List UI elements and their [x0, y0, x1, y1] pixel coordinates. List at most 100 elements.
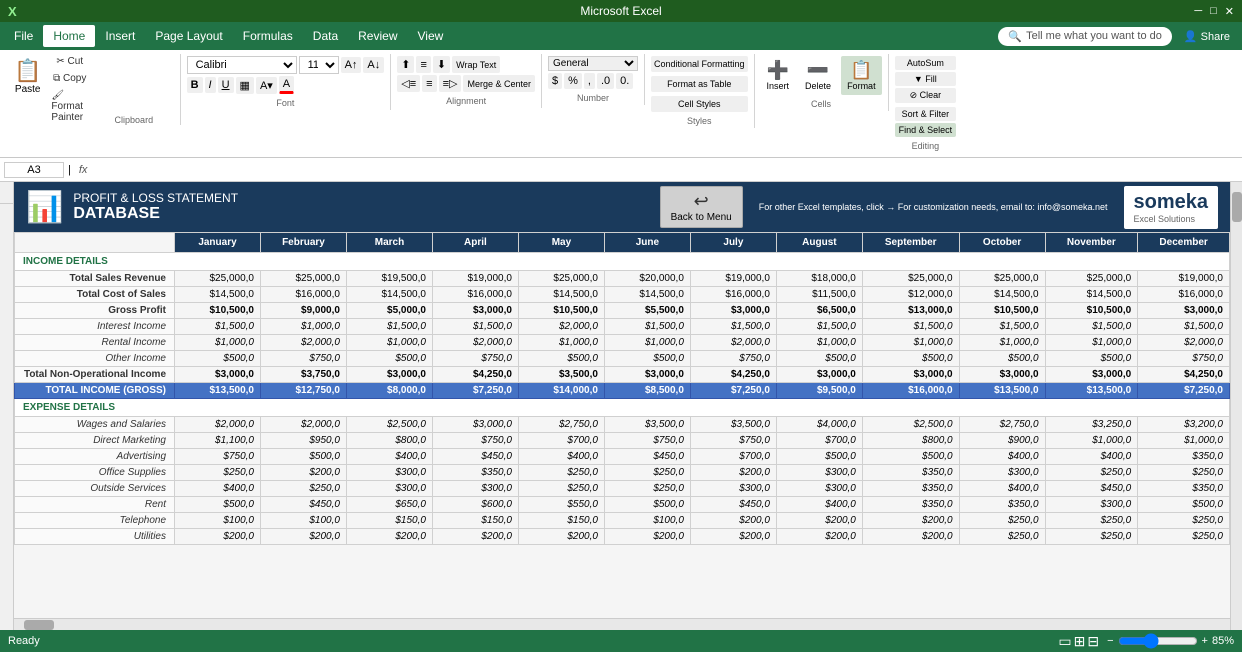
page-layout-icon[interactable]: ⊞ — [1074, 633, 1086, 650]
cell[interactable]: $400,0 — [959, 449, 1045, 465]
menu-insert[interactable]: Insert — [95, 25, 145, 47]
cell[interactable]: $1,500,0 — [604, 319, 690, 335]
align-bottom-button[interactable]: ⬇ — [433, 56, 450, 73]
cell[interactable]: $200,0 — [260, 465, 346, 481]
cell[interactable]: $3,000,0 — [432, 417, 518, 433]
decrease-font-button[interactable]: A↓ — [363, 57, 384, 73]
cell[interactable]: $750,0 — [175, 449, 261, 465]
merge-center-button[interactable]: Merge & Center — [463, 75, 535, 92]
share-button[interactable]: 👤 Share — [1176, 27, 1238, 46]
normal-view-icon[interactable]: ▭ — [1058, 633, 1071, 650]
cell[interactable]: $8,000,0 — [346, 383, 432, 399]
cell[interactable]: $600,0 — [432, 497, 518, 513]
page-break-icon[interactable]: ⊟ — [1087, 633, 1099, 650]
cell[interactable]: $750,0 — [260, 351, 346, 367]
cell[interactable]: $200,0 — [776, 529, 862, 545]
cell[interactable]: $3,000,0 — [604, 367, 690, 383]
cell[interactable]: $1,000,0 — [518, 335, 604, 351]
vertical-scrollbar[interactable] — [1230, 182, 1242, 630]
paste-button[interactable]: 📋 Paste — [8, 54, 47, 99]
cell[interactable]: $200,0 — [690, 465, 776, 481]
cell[interactable]: $350,0 — [862, 465, 959, 481]
fill-color-button[interactable]: A▾ — [256, 77, 277, 94]
cell[interactable]: $3,500,0 — [604, 417, 690, 433]
cell[interactable]: $350,0 — [862, 481, 959, 497]
cell[interactable]: $1,500,0 — [776, 319, 862, 335]
cell[interactable]: $2,000,0 — [260, 417, 346, 433]
cell[interactable]: $10,500,0 — [175, 303, 261, 319]
cell[interactable]: $13,500,0 — [959, 383, 1045, 399]
cell[interactable]: $250,0 — [959, 513, 1045, 529]
cell[interactable]: $3,250,0 — [1045, 417, 1138, 433]
table-container[interactable]: January February March April May June Ju… — [14, 232, 1230, 618]
sort-filter-button[interactable]: Sort & Filter — [895, 107, 957, 121]
cell[interactable]: $550,0 — [518, 497, 604, 513]
cell-jul-sales[interactable]: $19,000,0 — [690, 271, 776, 287]
font-color-button[interactable]: A — [279, 76, 294, 94]
menu-formulas[interactable]: Formulas — [233, 25, 303, 47]
cell[interactable]: $400,0 — [776, 497, 862, 513]
italic-button[interactable]: I — [205, 77, 216, 93]
cell[interactable]: $500,0 — [604, 497, 690, 513]
cell[interactable]: $9,000,0 — [260, 303, 346, 319]
cell[interactable]: $750,0 — [432, 433, 518, 449]
cell[interactable]: $100,0 — [260, 513, 346, 529]
cell[interactable]: $350,0 — [1138, 449, 1230, 465]
format-button[interactable]: 📋 Format — [841, 56, 882, 95]
cell[interactable]: $16,000,0 — [862, 383, 959, 399]
cell-mar-sales[interactable]: $19,500,0 — [346, 271, 432, 287]
cell-oct-sales[interactable]: $25,000,0 — [959, 271, 1045, 287]
cell-feb-sales[interactable]: $25,000,0 — [260, 271, 346, 287]
cell-styles-button[interactable]: Cell Styles — [651, 96, 748, 112]
decrease-decimal-button[interactable]: 0. — [616, 73, 633, 89]
close-icon[interactable]: ✕ — [1225, 5, 1234, 18]
cell[interactable]: $2,000,0 — [1138, 335, 1230, 351]
cell[interactable]: $16,000,0 — [1138, 287, 1230, 303]
align-left-button[interactable]: ◁≡ — [397, 75, 420, 92]
cell[interactable]: $500,0 — [604, 351, 690, 367]
cell[interactable]: $3,750,0 — [260, 367, 346, 383]
cell[interactable]: $350,0 — [1138, 481, 1230, 497]
cell[interactable]: $14,500,0 — [518, 287, 604, 303]
cell[interactable]: $4,000,0 — [776, 417, 862, 433]
menu-review[interactable]: Review — [348, 25, 407, 47]
bold-button[interactable]: B — [187, 77, 203, 93]
cell[interactable]: $1,500,0 — [175, 319, 261, 335]
format-painter-button[interactable]: 🖌 Format Painter — [47, 88, 92, 125]
autosum-button[interactable]: AutoSum — [895, 56, 957, 70]
cell[interactable]: $3,000,0 — [346, 367, 432, 383]
cell[interactable]: $14,500,0 — [175, 287, 261, 303]
cell[interactable]: $1,000,0 — [1138, 433, 1230, 449]
cell[interactable]: $2,000,0 — [175, 417, 261, 433]
cell[interactable]: $3,000,0 — [862, 367, 959, 383]
cell[interactable]: $3,000,0 — [959, 367, 1045, 383]
cell[interactable]: $300,0 — [776, 465, 862, 481]
cell[interactable]: $200,0 — [175, 529, 261, 545]
cell[interactable]: $400,0 — [518, 449, 604, 465]
cell-jun-sales[interactable]: $20,000,0 — [604, 271, 690, 287]
align-middle-button[interactable]: ≡ — [416, 56, 430, 73]
cell[interactable]: $2,500,0 — [346, 417, 432, 433]
cell[interactable]: $3,000,0 — [690, 303, 776, 319]
cell[interactable]: $200,0 — [346, 529, 432, 545]
delete-button[interactable]: ➖ Delete — [799, 56, 837, 95]
cell[interactable]: $400,0 — [1045, 449, 1138, 465]
cell[interactable]: $250,0 — [518, 465, 604, 481]
cell[interactable]: $14,500,0 — [1045, 287, 1138, 303]
zoom-slider-input[interactable] — [1118, 633, 1198, 649]
cell[interactable]: $16,000,0 — [260, 287, 346, 303]
minimize-icon[interactable]: ─ — [1194, 5, 1202, 17]
cell[interactable]: $14,500,0 — [959, 287, 1045, 303]
cell[interactable]: $300,0 — [1045, 497, 1138, 513]
cell-apr-sales[interactable]: $19,000,0 — [432, 271, 518, 287]
format-table-button[interactable]: Format as Table — [651, 76, 748, 92]
cell[interactable]: $300,0 — [346, 481, 432, 497]
cell[interactable]: $1,500,0 — [690, 319, 776, 335]
cell[interactable]: $700,0 — [776, 433, 862, 449]
cell[interactable]: $500,0 — [175, 351, 261, 367]
cell[interactable]: $500,0 — [346, 351, 432, 367]
cell[interactable]: $750,0 — [690, 433, 776, 449]
cell[interactable]: $7,250,0 — [432, 383, 518, 399]
cell[interactable]: $5,500,0 — [604, 303, 690, 319]
cell[interactable]: $1,000,0 — [346, 335, 432, 351]
